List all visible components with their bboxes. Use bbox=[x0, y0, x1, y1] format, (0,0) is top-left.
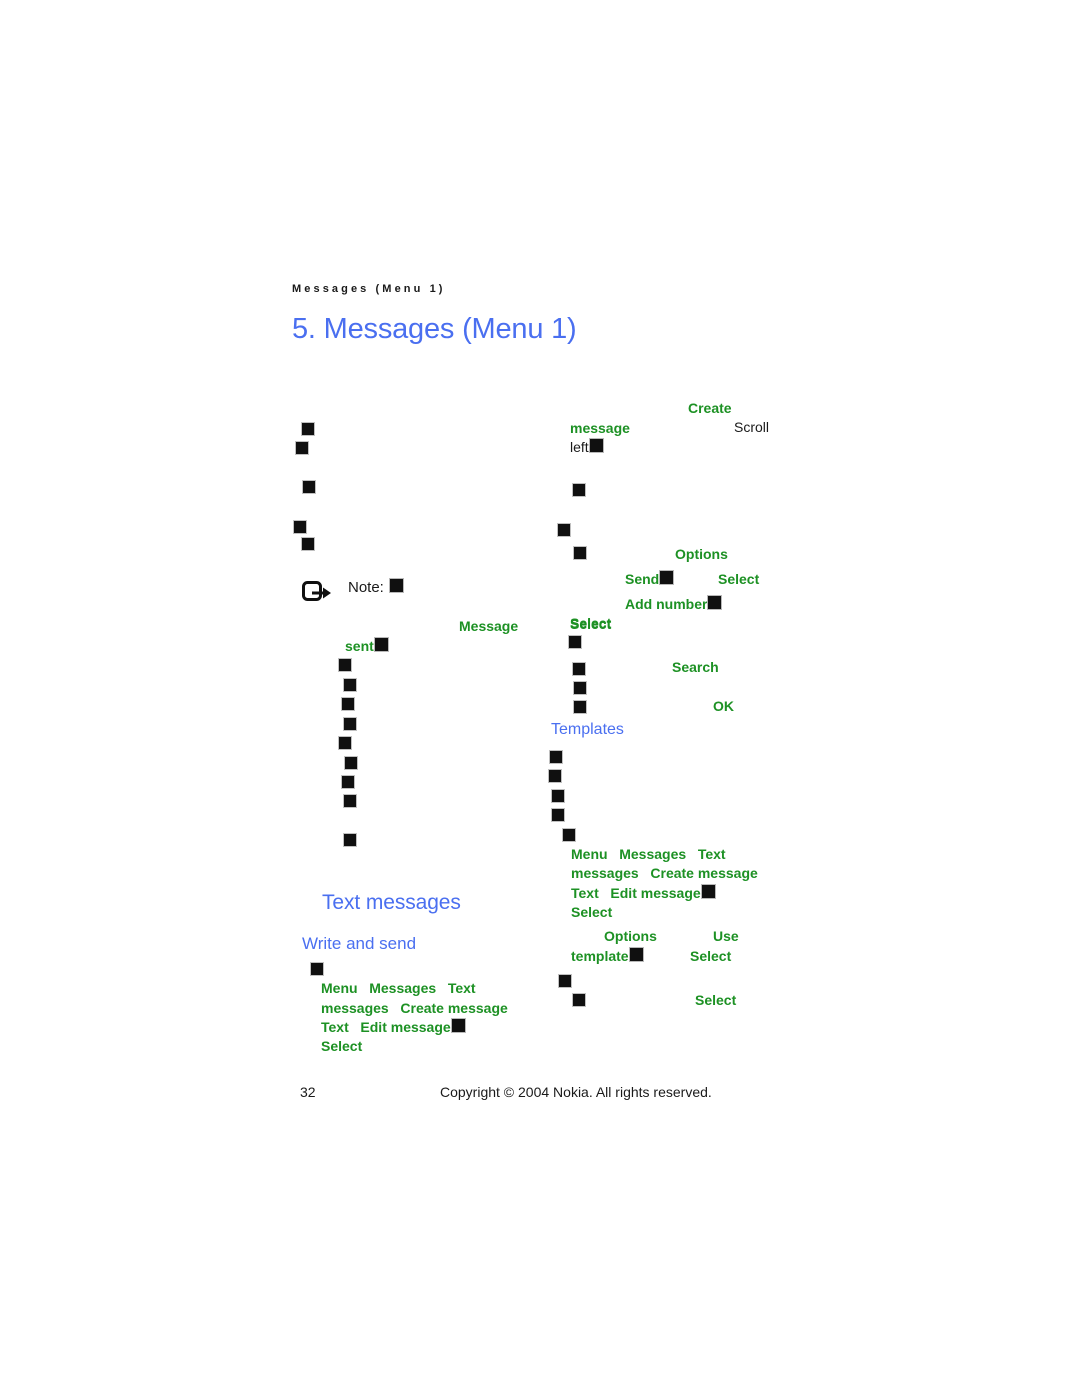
missing-glyph-box bbox=[302, 480, 316, 494]
ui-term-options: Options bbox=[675, 546, 728, 562]
ui-term-add-number-text: Add number bbox=[625, 596, 708, 612]
missing-glyph-box bbox=[343, 678, 357, 692]
ui-term-use: Use bbox=[713, 928, 739, 944]
ui-term-search: Search bbox=[672, 659, 719, 675]
section-heading-text-messages: Text messages bbox=[322, 891, 461, 914]
ui-term-create-message: Create message bbox=[650, 865, 758, 881]
page-title: 5. Messages (Menu 1) bbox=[292, 313, 577, 345]
missing-glyph-box bbox=[341, 697, 355, 711]
ui-term-sent: sent bbox=[345, 637, 389, 656]
missing-glyph-box bbox=[568, 635, 582, 649]
ui-term-select: Select bbox=[571, 904, 613, 920]
document-page: Messages (Menu 1) 5. Messages (Menu 1) N… bbox=[0, 0, 1080, 1397]
note-label-text: Note: bbox=[348, 579, 384, 596]
ui-term-create: Create bbox=[688, 400, 732, 416]
ui-term-text-2: Text bbox=[571, 885, 599, 901]
ui-term-messages: Messages bbox=[619, 846, 687, 862]
missing-glyph-box bbox=[548, 769, 562, 783]
missing-glyph-box bbox=[551, 789, 565, 803]
missing-glyph-box bbox=[700, 884, 716, 899]
body-word-scroll: Scroll bbox=[734, 419, 770, 435]
missing-glyph-box bbox=[373, 637, 389, 652]
running-header: Messages (Menu 1) bbox=[292, 283, 446, 295]
ui-term-text-2: Text bbox=[321, 1019, 349, 1035]
menu-path-b-line-4: Select bbox=[571, 903, 612, 922]
missing-glyph-box bbox=[388, 578, 404, 593]
ui-term-select-b2: Select bbox=[690, 948, 732, 964]
ui-term-text: Text bbox=[697, 846, 726, 862]
ui-term-message: Message bbox=[459, 618, 519, 634]
missing-glyph-box bbox=[310, 962, 324, 976]
ui-term-template-text: template bbox=[571, 948, 629, 964]
note-label: Note: bbox=[348, 578, 404, 596]
section-heading-templates: Templates bbox=[551, 721, 624, 738]
missing-glyph-box bbox=[551, 808, 565, 822]
missing-glyph-box bbox=[341, 775, 355, 789]
menu-path-line-3: Text Edit message bbox=[321, 1018, 466, 1037]
missing-glyph-box bbox=[572, 662, 586, 676]
ui-term-menu: Menu bbox=[571, 846, 608, 862]
note-arrow-icon bbox=[302, 581, 332, 603]
missing-glyph-box bbox=[295, 441, 309, 455]
menu-path-line-4: Select bbox=[321, 1037, 362, 1056]
body-word-left-text: left bbox=[570, 439, 589, 455]
ui-term-select: Select bbox=[321, 1038, 363, 1054]
menu-path-line-2: messages Create message bbox=[321, 999, 508, 1018]
ui-term-sent-text: sent bbox=[345, 638, 374, 654]
ui-term-create-message: Create message bbox=[400, 1000, 508, 1016]
missing-glyph-box bbox=[707, 595, 723, 610]
ui-term-edit-message: Edit message bbox=[360, 1019, 451, 1035]
page-number: 32 bbox=[300, 1084, 316, 1100]
missing-glyph-box bbox=[659, 570, 675, 585]
menu-path-b-line-2: messages Create message bbox=[571, 864, 758, 883]
ui-term-select-b3: Select bbox=[695, 992, 737, 1008]
ui-term-ok: OK bbox=[713, 698, 734, 714]
missing-glyph-box bbox=[572, 483, 586, 497]
menu-path-line-1: Menu Messages Text bbox=[321, 979, 476, 998]
missing-glyph-box bbox=[344, 756, 358, 770]
missing-glyph-box bbox=[293, 520, 307, 534]
ui-term-messages: Messages bbox=[369, 980, 437, 996]
ui-term-send-text: Send bbox=[625, 571, 660, 587]
ui-term-select-1: Select bbox=[718, 571, 760, 587]
ui-term-message: message bbox=[570, 420, 630, 436]
ui-term-edit-message: Edit message bbox=[610, 885, 701, 901]
missing-glyph-box bbox=[301, 422, 315, 436]
menu-path-b-line-3: Text Edit message bbox=[571, 884, 716, 903]
missing-glyph-box bbox=[301, 537, 315, 551]
missing-glyph-box bbox=[338, 736, 352, 750]
menu-path-b-line-1: Menu Messages Text bbox=[571, 845, 726, 864]
missing-glyph-box bbox=[343, 833, 357, 847]
missing-glyph-box bbox=[562, 828, 576, 842]
missing-glyph-box bbox=[573, 681, 587, 695]
missing-glyph-box bbox=[628, 947, 644, 962]
missing-glyph-box bbox=[338, 658, 352, 672]
missing-glyph-box bbox=[343, 717, 357, 731]
body-word-left: left bbox=[570, 438, 604, 457]
missing-glyph-box bbox=[450, 1018, 466, 1033]
ui-term-messages-2: messages bbox=[321, 1000, 389, 1016]
ui-term-add-number: Add number bbox=[625, 595, 723, 614]
ui-term-text: Text bbox=[447, 980, 476, 996]
missing-glyph-box bbox=[343, 794, 357, 808]
missing-glyph-box bbox=[558, 974, 572, 988]
ui-term-options-b: Options bbox=[604, 928, 657, 944]
missing-glyph-box bbox=[573, 700, 587, 714]
ui-term-menu: Menu bbox=[321, 980, 358, 996]
missing-glyph-box bbox=[573, 546, 587, 560]
ui-term-messages-2: messages bbox=[571, 865, 639, 881]
missing-glyph-box bbox=[588, 438, 604, 453]
ui-term-template: template bbox=[571, 947, 644, 966]
section-heading-write-and-send: Write and send bbox=[302, 934, 417, 953]
missing-glyph-box bbox=[549, 750, 563, 764]
ui-term-send: Send bbox=[625, 570, 675, 589]
missing-glyph-box bbox=[572, 993, 586, 1007]
copyright-notice: Copyright © 2004 Nokia. All rights reser… bbox=[440, 1084, 712, 1100]
missing-glyph-box bbox=[557, 523, 571, 537]
ui-term-select-2: Select bbox=[570, 616, 612, 632]
